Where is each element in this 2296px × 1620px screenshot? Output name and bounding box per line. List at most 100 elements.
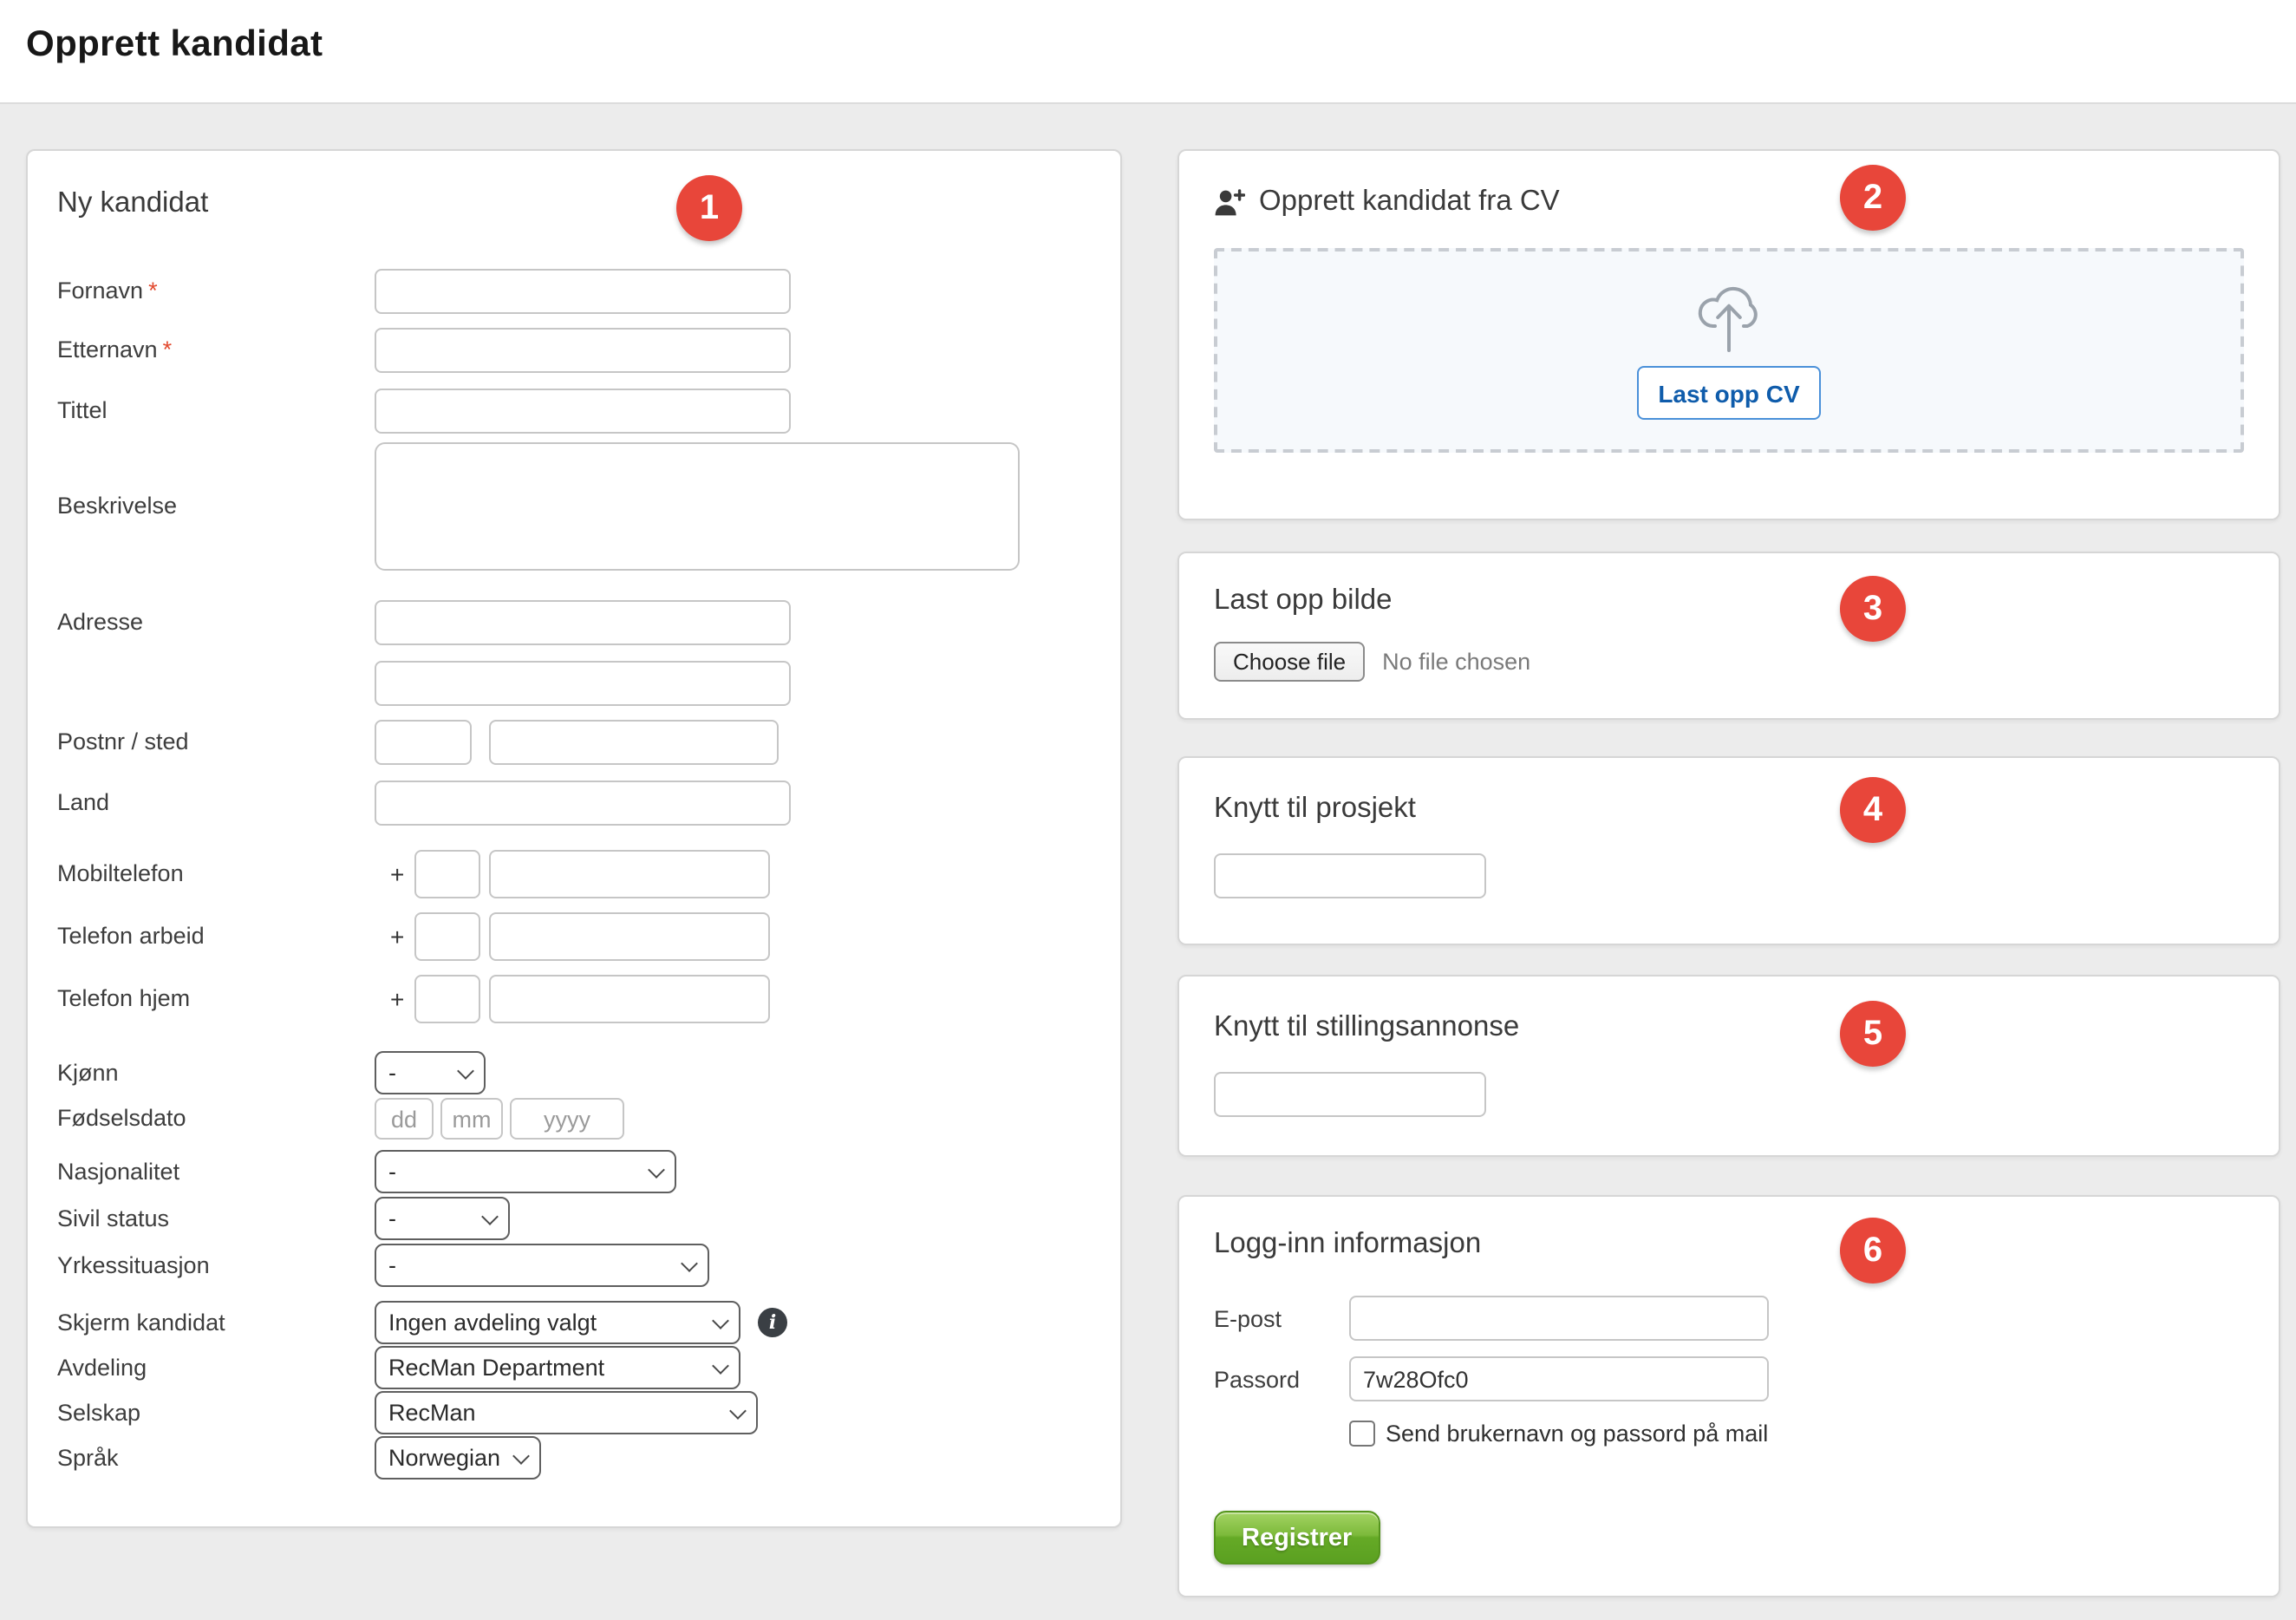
row-kjonn: Kjønn - bbox=[57, 1051, 1091, 1094]
step-badge-2: 2 bbox=[1840, 165, 1906, 231]
kjonn-select-wrap: - bbox=[375, 1051, 486, 1094]
phone-prefix-plus: + bbox=[390, 850, 404, 898]
avdeling-select-wrap: RecMan Department bbox=[375, 1346, 740, 1389]
cv-panel-title: Opprett kandidat fra CV bbox=[1259, 186, 1560, 219]
register-button[interactable]: Registrer bbox=[1214, 1511, 1380, 1564]
nasjonalitet-label: Nasjonalitet bbox=[57, 1150, 375, 1193]
row-fodselsdato: Fødselsdato bbox=[57, 1098, 1091, 1140]
step-badge-5: 5 bbox=[1840, 1001, 1906, 1067]
row-passord: Passord bbox=[1214, 1356, 2279, 1401]
sprak-select-wrap: Norwegian bbox=[375, 1436, 541, 1480]
epost-input[interactable] bbox=[1349, 1296, 1769, 1341]
upload-cv-button[interactable]: Last opp CV bbox=[1637, 366, 1821, 420]
fodselsdato-day-input[interactable] bbox=[375, 1098, 434, 1140]
phone-prefix-plus: + bbox=[390, 975, 404, 1023]
send-credentials-row: Send brukernavn og passord på mail bbox=[1349, 1421, 2279, 1447]
tittel-label: Tittel bbox=[57, 389, 375, 434]
choose-file-button[interactable]: Choose file bbox=[1214, 642, 1365, 682]
avdeling-select[interactable]: RecMan Department bbox=[375, 1346, 740, 1389]
row-mobiltelefon: Mobiltelefon + bbox=[57, 850, 1091, 898]
nasjonalitet-select-wrap: - bbox=[375, 1150, 676, 1193]
link-to-project-panel: 4 Knytt til prosjekt bbox=[1177, 756, 2280, 945]
phone-prefix-plus: + bbox=[390, 912, 404, 961]
project-panel-title: Knytt til prosjekt bbox=[1214, 793, 2279, 826]
row-land: Land bbox=[57, 781, 1091, 826]
row-postnr-sted: Postnr / sted bbox=[57, 720, 1091, 765]
row-tittel: Tittel bbox=[57, 389, 1091, 434]
new-candidate-form: Fornavn* Etternavn* Tittel Beskrivelse A… bbox=[57, 269, 1091, 1480]
passord-input[interactable] bbox=[1349, 1356, 1769, 1401]
adresse-inputs bbox=[375, 600, 791, 706]
row-adresse: Adresse bbox=[57, 600, 1091, 706]
cv-panel-header: Opprett kandidat fra CV bbox=[1214, 186, 2279, 219]
project-search-input[interactable] bbox=[1214, 853, 1486, 898]
land-label: Land bbox=[57, 781, 375, 826]
etternavn-label: Etternavn* bbox=[57, 328, 375, 373]
adresse-label: Adresse bbox=[57, 600, 375, 645]
sivil-status-label: Sivil status bbox=[57, 1197, 375, 1240]
fornavn-input[interactable] bbox=[375, 269, 791, 314]
login-panel-title: Logg-inn informasjon bbox=[1214, 1228, 2279, 1261]
selskap-label: Selskap bbox=[57, 1391, 375, 1434]
jobad-panel-title: Knytt til stillingsannonse bbox=[1214, 1011, 2279, 1044]
telefon-arbeid-label: Telefon arbeid bbox=[57, 912, 375, 961]
mobiltelefon-number-input[interactable] bbox=[489, 850, 770, 898]
cloud-upload-icon bbox=[1694, 271, 1764, 357]
yrkessituasjon-select-wrap: - bbox=[375, 1244, 709, 1287]
row-beskrivelse: Beskrivelse bbox=[57, 442, 1091, 571]
send-credentials-label: Send brukernavn og passord på mail bbox=[1386, 1421, 1768, 1447]
info-icon[interactable]: i bbox=[758, 1308, 787, 1337]
sted-input[interactable] bbox=[489, 720, 779, 765]
fornavn-label: Fornavn* bbox=[57, 269, 375, 314]
etternavn-input[interactable] bbox=[375, 328, 791, 373]
cv-dropzone[interactable]: Last opp CV bbox=[1214, 248, 2244, 453]
link-to-jobad-panel: 5 Knytt til stillingsannonse bbox=[1177, 975, 2280, 1157]
telefon-arbeid-countrycode-input[interactable] bbox=[414, 912, 480, 961]
row-telefon-arbeid: Telefon arbeid + bbox=[57, 912, 1091, 961]
selskap-select[interactable]: RecMan bbox=[375, 1391, 758, 1434]
mobiltelefon-countrycode-input[interactable] bbox=[414, 850, 480, 898]
send-credentials-checkbox[interactable] bbox=[1349, 1421, 1375, 1447]
telefon-arbeid-number-input[interactable] bbox=[489, 912, 770, 961]
file-status-text: No file chosen bbox=[1382, 649, 1530, 675]
upload-photo-panel: 3 Last opp bilde Choose file No file cho… bbox=[1177, 552, 2280, 720]
telefon-hjem-label: Telefon hjem bbox=[57, 975, 375, 1023]
new-candidate-panel: 1 Ny kandidat Fornavn* Etternavn* Tittel… bbox=[26, 149, 1122, 1528]
skjerm-kandidat-label: Skjerm kandidat bbox=[57, 1301, 375, 1344]
jobad-search-input[interactable] bbox=[1214, 1072, 1486, 1117]
step-badge-1: 1 bbox=[676, 175, 742, 241]
fodselsdato-month-input[interactable] bbox=[440, 1098, 503, 1140]
step-badge-4: 4 bbox=[1840, 777, 1906, 843]
page-header: Opprett kandidat bbox=[0, 0, 2296, 104]
sivil-status-select[interactable]: - bbox=[375, 1197, 510, 1240]
page: Opprett kandidat 1 Ny kandidat Fornavn* … bbox=[0, 0, 2296, 1620]
nasjonalitet-select[interactable]: - bbox=[375, 1150, 676, 1193]
tittel-input[interactable] bbox=[375, 389, 791, 434]
create-from-cv-panel: 2 Opprett kandidat fra CV Last opp CV bbox=[1177, 149, 2280, 520]
telefon-hjem-number-input[interactable] bbox=[489, 975, 770, 1023]
kjonn-select[interactable]: - bbox=[375, 1051, 486, 1094]
land-input[interactable] bbox=[375, 781, 791, 826]
fodselsdato-year-input[interactable] bbox=[510, 1098, 624, 1140]
row-etternavn: Etternavn* bbox=[57, 328, 1091, 373]
postnr-sted-label: Postnr / sted bbox=[57, 720, 375, 765]
fodselsdato-label: Fødselsdato bbox=[57, 1098, 375, 1140]
page-title: Opprett kandidat bbox=[0, 0, 2296, 66]
row-yrkessituasjon: Yrkessituasjon - bbox=[57, 1244, 1091, 1287]
adresse-input-1[interactable] bbox=[375, 600, 791, 645]
yrkessituasjon-select[interactable]: - bbox=[375, 1244, 709, 1287]
passord-label: Passord bbox=[1214, 1366, 1349, 1392]
sprak-select[interactable]: Norwegian bbox=[375, 1436, 541, 1480]
beskrivelse-label: Beskrivelse bbox=[57, 484, 375, 529]
telefon-hjem-countrycode-input[interactable] bbox=[414, 975, 480, 1023]
avdeling-label: Avdeling bbox=[57, 1346, 375, 1389]
person-plus-icon bbox=[1214, 188, 1245, 216]
skjerm-kandidat-select[interactable]: Ingen avdeling valgt bbox=[375, 1301, 740, 1344]
adresse-input-2[interactable] bbox=[375, 661, 791, 706]
postnr-input[interactable] bbox=[375, 720, 472, 765]
beskrivelse-textarea[interactable] bbox=[375, 442, 1020, 571]
row-selskap: Selskap RecMan bbox=[57, 1391, 1091, 1434]
required-asterisk: * bbox=[148, 278, 158, 304]
yrkessituasjon-label: Yrkessituasjon bbox=[57, 1244, 375, 1287]
required-asterisk: * bbox=[163, 336, 173, 363]
